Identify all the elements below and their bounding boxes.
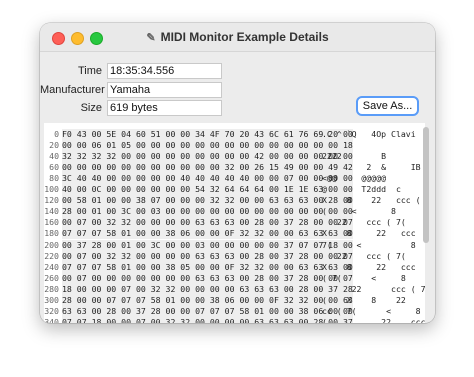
dump-row: 300 28 00 00 07 07 07 58 01 00 00 38 06 0…: [44, 294, 425, 306]
dump-row: 340 07 07 18 00 00 07 00 32 32 00 00 00 0…: [44, 316, 425, 323]
dump-row-hex: 18 00 00 00 07 00 32 32 00 00 00 00 63 6…: [62, 283, 353, 295]
dump-row-hex: 00 37 28 00 01 00 3C 00 00 03 00 00 00 0…: [62, 239, 353, 251]
dump-row-offset: 120: [44, 195, 59, 206]
dump-row-hex: 00 00 06 01 05 00 00 00 00 00 00 00 00 0…: [62, 140, 353, 152]
dump-row-offset: 80: [49, 173, 59, 184]
dump-row-hex: 32 32 32 32 00 00 00 00 00 00 00 00 00 4…: [62, 151, 353, 163]
dump-row-ascii: .C ^ `Q 4Op Clavi: [322, 129, 416, 139]
dump-row-hex: 40 00 0C 00 00 00 00 00 00 54 32 64 64 6…: [62, 184, 353, 196]
dump-row: 220 00 07 00 32 32 00 00 00 00 63 63 63 0…: [44, 250, 425, 262]
dump-row: 120 00 58 01 00 00 38 07 00 00 00 32 32 0…: [44, 195, 425, 207]
dump-row-offset: 240: [44, 261, 59, 272]
dump-row-offset: 100: [44, 184, 59, 195]
window-title-container: ✎ MIDI Monitor Example Details: [40, 30, 435, 44]
dump-row-hex: 00 00 00 00 00 00 00 00 00 00 00 32 00 2…: [62, 162, 353, 174]
dump-row-offset: 220: [44, 250, 59, 261]
hex-dump-view[interactable]: 0 F0 43 00 5E 04 60 51 00 00 34 4F 70 20 …: [44, 123, 425, 323]
dump-row-ascii: X 8 22 ccc: [322, 261, 416, 272]
dump-row: 180 07 07 07 58 01 00 00 38 06 00 00 0F 3…: [44, 228, 425, 240]
dump-row-ascii: 22 ccc ( 7(: [322, 250, 406, 261]
dump-row: 320 63 63 00 28 00 37 28 00 00 07 07 07 5…: [44, 305, 425, 317]
dump-row: 260 00 07 00 00 00 00 00 00 00 63 63 63 0…: [44, 272, 425, 284]
dump-row-ascii: ( < 8: [322, 206, 396, 217]
dump-row-ascii: ( 7( < 8: [322, 272, 406, 283]
dump-row-hex: 00 58 01 00 00 38 07 00 00 00 32 32 00 0…: [62, 195, 353, 207]
size-label: Size: [80, 102, 102, 114]
dump-row-ascii: @ T2ddd c: [322, 184, 401, 195]
dump-row-offset: 180: [44, 228, 59, 239]
dump-row-ascii: 22 ccc ( 7(: [322, 217, 406, 228]
dump-row-hex: 07 07 07 58 01 00 00 38 06 00 00 0F 32 3…: [62, 228, 353, 240]
dump-row: 0 F0 43 00 5E 04 60 51 00 00 34 4F 70 20 …: [44, 129, 425, 141]
dump-row-ascii: ( 22 ccc: [322, 316, 425, 323]
dump-row-offset: 260: [44, 272, 59, 283]
size-field[interactable]: 619 bytes: [107, 100, 222, 116]
dump-row-offset: 0: [54, 129, 59, 139]
details-window: ✎ MIDI Monitor Example Details Time 18:35…: [40, 23, 435, 323]
dump-row-ascii: 2 & IB: [322, 162, 421, 173]
dump-row-offset: 340: [44, 316, 59, 323]
dump-row-hex: 28 00 00 07 07 07 58 01 00 00 38 06 00 0…: [62, 294, 353, 306]
document-icon: ✎: [146, 32, 156, 44]
dump-row-ascii: 22 ccc ( 7: [322, 283, 425, 294]
manufacturer-label: Manufacturer: [40, 84, 105, 96]
window-title: MIDI Monitor Example Details: [160, 30, 329, 44]
dump-row-offset: 20: [49, 140, 59, 151]
manufacturer-field[interactable]: Yamaha: [107, 82, 222, 98]
dump-row-hex: 3C 40 40 00 00 00 00 00 40 40 40 40 40 0…: [62, 173, 353, 185]
dump-row-offset: 320: [44, 305, 59, 316]
dump-row-offset: 200: [44, 239, 59, 250]
dump-row-offset: 40: [49, 151, 59, 162]
dump-row-offset: 300: [44, 294, 59, 305]
dump-scrollbar[interactable]: [423, 127, 429, 243]
dump-row: 240 07 07 07 58 01 00 00 38 05 00 00 0F 3…: [44, 261, 425, 273]
dump-row-ascii: X 8 22 ccc: [322, 228, 416, 239]
dump-row: 40 32 32 32 32 00 00 00 00 00 00 00 00 00…: [44, 151, 425, 163]
dump-row-hex: 00 07 00 32 32 00 00 00 00 63 63 63 00 2…: [62, 217, 353, 229]
dump-row: 80 3C 40 40 00 00 00 00 00 40 40 40 40 40…: [44, 173, 425, 185]
dump-row-hex: 07 07 07 58 01 00 00 38 05 00 00 0F 32 3…: [62, 261, 353, 273]
dump-row: 160 00 07 00 32 32 00 00 00 00 63 63 63 0…: [44, 217, 425, 229]
dump-row: 60 00 00 00 00 00 00 00 00 00 00 00 32 00…: [44, 162, 425, 174]
dump-row: 20 00 00 06 01 05 00 00 00 00 00 00 00 00…: [44, 140, 425, 152]
dump-row-offset: 280: [44, 283, 59, 294]
save-as-button[interactable]: Save As...: [356, 96, 419, 116]
dump-row-hex: 00 07 00 00 00 00 00 00 00 63 63 63 00 2…: [62, 272, 353, 284]
dump-row-ascii: cc ( 7( < 8: [322, 305, 421, 316]
dump-row-offset: 160: [44, 217, 59, 228]
dump-row-ascii: <@@ @@@@@: [322, 173, 387, 184]
dump-row-ascii: ( X 8 22: [322, 294, 406, 305]
dump-row: 140 28 00 01 00 3C 00 03 00 00 00 00 00 0…: [44, 206, 425, 218]
dump-row: 280 18 00 00 00 07 00 32 32 00 00 00 00 6…: [44, 283, 425, 295]
dump-row-hex: 00 07 00 32 32 00 00 00 00 63 63 63 00 2…: [62, 250, 353, 262]
dump-row-hex: 28 00 01 00 3C 00 03 00 00 00 00 00 00 0…: [62, 206, 353, 218]
dump-row-ascii: 7( < 8: [322, 239, 416, 250]
time-field[interactable]: 18:35:34.556: [107, 63, 222, 79]
title-bar[interactable]: ✎ MIDI Monitor Example Details: [40, 23, 435, 52]
time-label: Time: [77, 65, 102, 77]
dump-row: 100 40 00 0C 00 00 00 00 00 00 54 32 64 6…: [44, 184, 425, 196]
dump-row-ascii: X 8 22 ccc (: [322, 195, 421, 206]
dump-row-offset: 60: [49, 162, 59, 173]
dump-row-offset: 140: [44, 206, 59, 217]
dump-row-hex: 07 07 18 00 00 07 00 32 32 00 00 00 00 6…: [62, 316, 353, 323]
dump-row-ascii: 2222 B: [322, 151, 387, 162]
dump-row-hex: F0 43 00 5E 04 60 51 00 00 34 4F 70 20 4…: [62, 129, 353, 141]
dump-row-hex: 63 63 00 28 00 37 28 00 00 07 07 07 58 0…: [62, 305, 353, 317]
dump-row: 200 00 37 28 00 01 00 3C 00 00 03 00 00 0…: [44, 239, 425, 251]
